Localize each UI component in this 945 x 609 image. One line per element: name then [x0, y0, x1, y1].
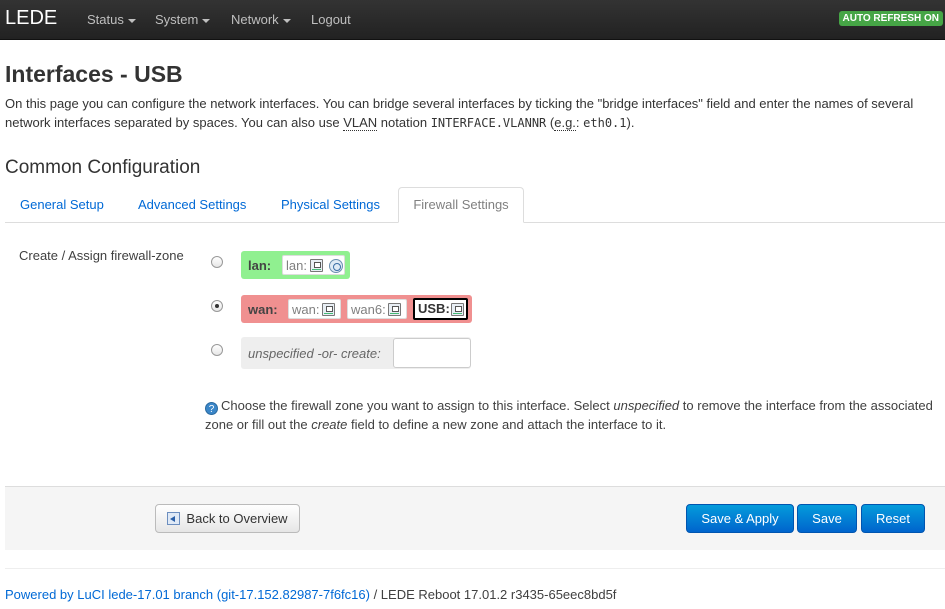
- tab-firewall-settings[interactable]: Firewall Settings: [398, 187, 524, 223]
- menu-status[interactable]: Status: [87, 12, 136, 27]
- code-interface-vlannr: INTERFACE.VLANNR: [430, 116, 547, 130]
- ethernet-icon: [388, 303, 401, 316]
- ethernet-icon: [451, 303, 464, 316]
- menu-network[interactable]: Network: [231, 12, 291, 27]
- interface-badge-wan6: wan6:: [347, 299, 407, 319]
- auto-refresh-badge[interactable]: AUTO REFRESH ON: [838, 11, 943, 26]
- menu-system[interactable]: System: [155, 12, 211, 27]
- chevron-down-icon: [127, 18, 136, 23]
- wireless-icon: [329, 259, 343, 273]
- save-apply-button[interactable]: Save & Apply: [686, 504, 794, 533]
- tab-general-setup[interactable]: General Setup: [20, 197, 104, 212]
- page-title: Interfaces - USB: [5, 61, 183, 87]
- zone-lan-name: lan:: [248, 258, 272, 273]
- top-navbar: LEDE Status System Network Logout AUTO R…: [0, 0, 945, 40]
- brand-logo[interactable]: LEDE: [5, 7, 57, 30]
- back-arrow-icon: [167, 512, 181, 525]
- back-to-overview-button[interactable]: Back to Overview: [155, 504, 300, 533]
- tab-physical-settings[interactable]: Physical Settings: [281, 197, 380, 212]
- footer: Powered by LuCI lede-17.01 branch (git-1…: [5, 587, 617, 602]
- interface-badge-usb: USB:: [413, 298, 468, 320]
- zone-lan-radio[interactable]: [211, 256, 223, 268]
- zone-unspecified[interactable]: unspecified -or- create:: [241, 337, 471, 369]
- save-button[interactable]: Save: [797, 504, 857, 533]
- create-zone-input[interactable]: [393, 338, 471, 368]
- chevron-down-icon: [282, 18, 291, 23]
- tab-advanced-settings[interactable]: Advanced Settings: [138, 197, 246, 212]
- firewall-zone-help: ? Choose the firewall zone you want to as…: [205, 398, 933, 432]
- luci-version-link[interactable]: Powered by LuCI lede-17.01 branch (git-1…: [5, 587, 370, 602]
- zone-unspecified-radio[interactable]: [211, 344, 223, 356]
- footer-divider: [5, 568, 945, 569]
- chevron-down-icon: [202, 18, 211, 23]
- action-bar: Back to Overview Save & Apply Save Reset: [5, 486, 945, 550]
- code-eth0-1: eth0.1: [583, 116, 627, 130]
- zone-wan[interactable]: wan: wan: wan6: USB:: [241, 295, 472, 323]
- reset-button[interactable]: Reset: [861, 504, 925, 533]
- help-icon: ?: [205, 402, 218, 415]
- ethernet-icon: [310, 259, 323, 272]
- zone-lan[interactable]: lan: lan:: [241, 251, 350, 279]
- eg-abbr: e.g.: [554, 115, 576, 131]
- page-description: On this page you can configure the netwo…: [5, 96, 914, 131]
- vlan-abbr: VLAN: [343, 115, 378, 131]
- ethernet-icon: [322, 303, 335, 316]
- interface-badge-lan: lan:: [282, 255, 345, 275]
- zone-wan-name: wan:: [248, 302, 278, 317]
- section-title: Common Configuration: [5, 157, 201, 178]
- zone-wan-radio[interactable]: [211, 300, 223, 312]
- unspecified-create-label: unspecified -or- create:: [248, 346, 381, 361]
- firewall-zone-label: Create / Assign firewall-zone: [19, 248, 184, 263]
- menu-logout[interactable]: Logout: [311, 12, 351, 27]
- interface-badge-wan: wan:: [288, 299, 341, 319]
